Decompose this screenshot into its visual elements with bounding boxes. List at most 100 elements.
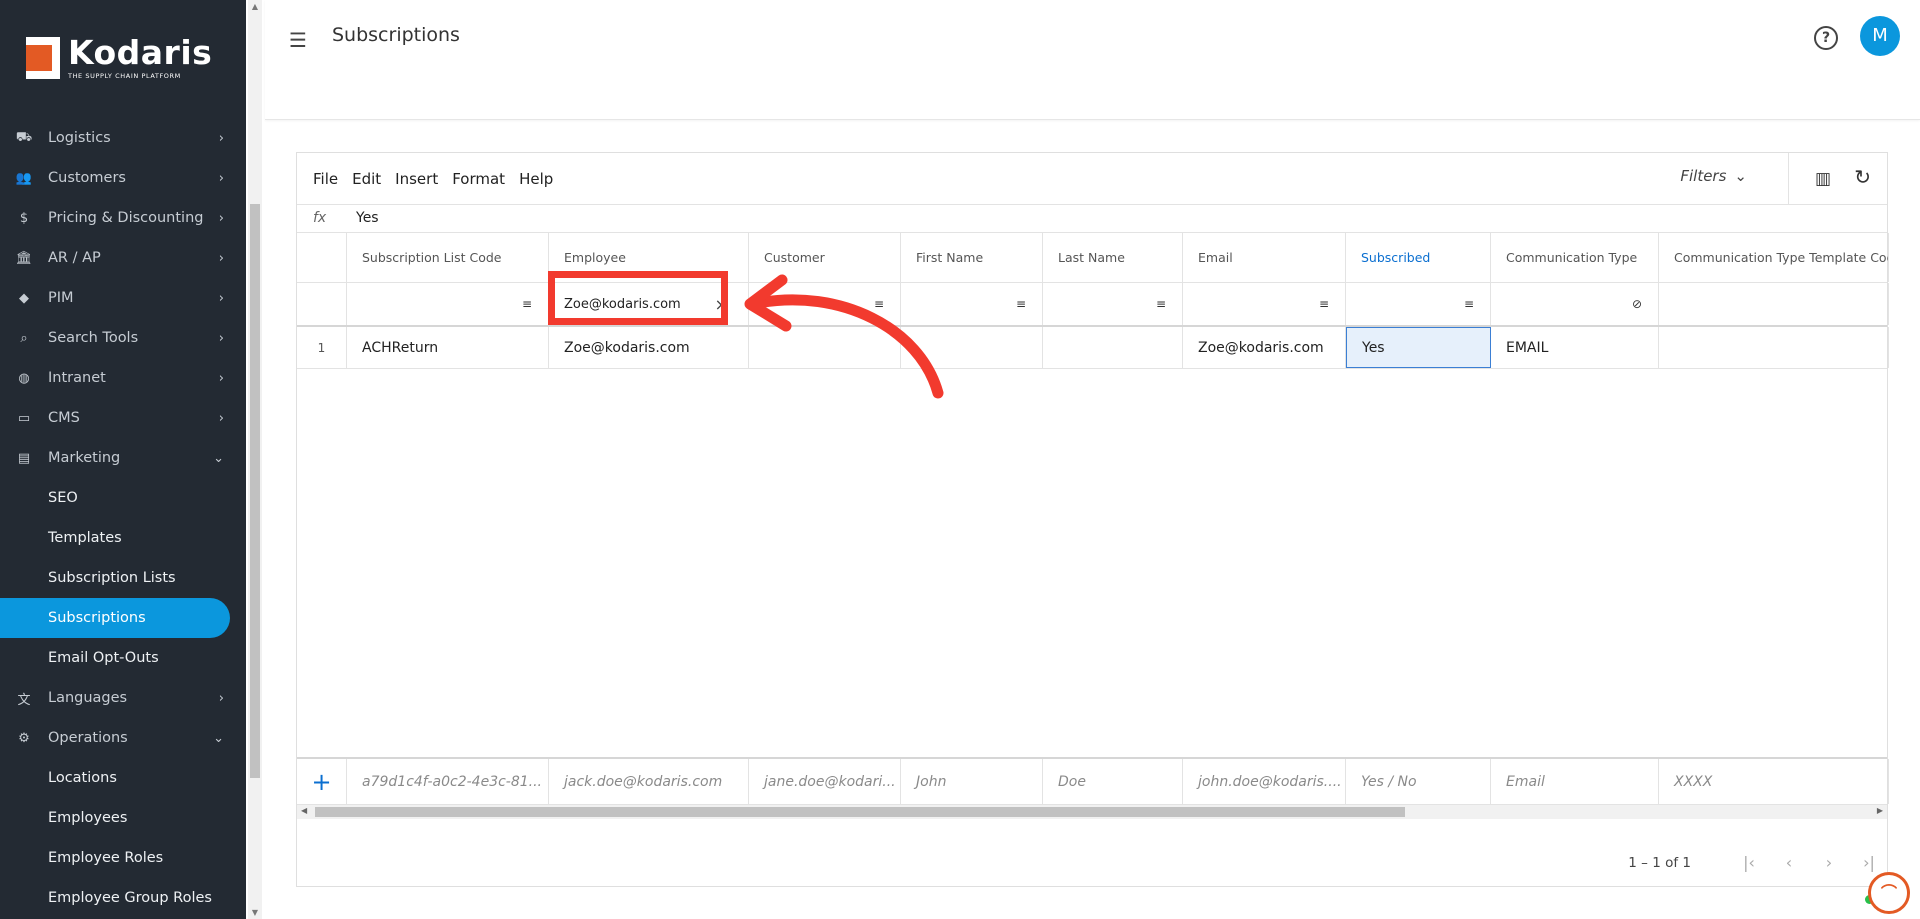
sidebar-item-seo[interactable]: SEO: [0, 478, 246, 518]
filter-subscribed[interactable]: ≡: [1346, 283, 1491, 325]
sidebar-item-cms[interactable]: ▭ CMS ›: [0, 398, 246, 438]
cell-template-code[interactable]: [1659, 327, 1889, 368]
add-row-button[interactable]: +: [297, 759, 347, 804]
help-icon[interactable]: ?: [1814, 26, 1838, 50]
sidebar-item-ar-ap[interactable]: 🏛 AR / AP ›: [0, 238, 246, 278]
cell-employee[interactable]: Zoe@kodaris.com: [549, 327, 749, 368]
tag-icon: ◆: [19, 290, 29, 306]
chevron-right-icon: ›: [218, 690, 224, 706]
new-first-name[interactable]: John: [901, 759, 1043, 804]
avatar[interactable]: M: [1860, 16, 1900, 56]
col-header-last-name[interactable]: Last Name: [1043, 233, 1183, 282]
chat-icon[interactable]: ⌒: [1868, 872, 1910, 914]
sidebar-item-email-opt-outs[interactable]: Email Opt-Outs: [0, 638, 246, 678]
scroll-right-icon[interactable]: ▶: [1877, 806, 1883, 815]
sidebar-item-languages[interactable]: 文 Languages ›: [0, 678, 246, 718]
menu-format[interactable]: Format: [452, 170, 505, 188]
horizontal-scrollbar[interactable]: ◀ ▶: [297, 805, 1887, 819]
sidebar-item-logistics[interactable]: ⛟ Logistics ›: [0, 118, 246, 158]
sidebar-item-subscriptions[interactable]: Subscriptions: [0, 598, 230, 638]
sidebar-item-intranet[interactable]: ◍ Intranet ›: [0, 358, 246, 398]
new-customer[interactable]: jane.doe@kodari...: [749, 759, 901, 804]
filter-template-code[interactable]: [1659, 283, 1889, 325]
new-subscribed[interactable]: Yes / No: [1346, 759, 1491, 804]
row-header-corner: [297, 233, 347, 282]
menu-insert[interactable]: Insert: [395, 170, 438, 188]
menu-edit[interactable]: Edit: [352, 170, 381, 188]
col-header-email[interactable]: Email: [1183, 233, 1346, 282]
new-employee[interactable]: jack.doe@kodaris.com: [549, 759, 749, 804]
sidebar-item-pim[interactable]: ◆ PIM ›: [0, 278, 246, 318]
formula-input[interactable]: Yes: [356, 210, 379, 226]
filter-icon[interactable]: ≡: [1016, 297, 1026, 311]
scroll-left-icon[interactable]: ◀: [301, 806, 307, 815]
new-last-name[interactable]: Doe: [1043, 759, 1183, 804]
sidebar-item-marketing[interactable]: ▤ Marketing ⌄: [0, 438, 246, 478]
filter-subscription-list-code[interactable]: ≡: [347, 283, 549, 325]
data-grid: File Edit Insert Format Help Filters ⌄ ▥ …: [296, 152, 1889, 887]
sidebar-item-operations[interactable]: ⚙ Operations ⌄: [0, 718, 246, 758]
col-header-subscribed[interactable]: Subscribed: [1346, 233, 1491, 282]
sidebar-item-employee-group-roles[interactable]: Employee Group Roles: [0, 878, 246, 918]
col-header-subscription-list-code[interactable]: Subscription List Code: [347, 233, 549, 282]
sidebar-item-employee-roles[interactable]: Employee Roles: [0, 838, 246, 878]
first-page-icon[interactable]: |‹: [1741, 853, 1757, 872]
col-header-template-code[interactable]: Communication Type Template Code: [1659, 233, 1889, 282]
filter-off-icon[interactable]: ⊘: [1632, 297, 1642, 311]
new-template-code[interactable]: XXXX: [1659, 759, 1889, 804]
chevron-right-icon: ›: [218, 210, 224, 226]
new-communication-type[interactable]: Email: [1491, 759, 1659, 804]
new-row[interactable]: + a79d1c4f-a0c2-4e3c-81... jack.doe@koda…: [297, 757, 1889, 805]
row-number: 1: [297, 327, 347, 368]
refresh-icon[interactable]: ↻: [1854, 165, 1871, 189]
filter-icon[interactable]: ≡: [1319, 297, 1329, 311]
filter-row-corner: [297, 283, 347, 325]
columns-icon[interactable]: ▥: [1815, 169, 1831, 189]
new-email[interactable]: john.doe@kodaris....: [1183, 759, 1346, 804]
col-header-communication-type[interactable]: Communication Type: [1491, 233, 1659, 282]
menu-help[interactable]: Help: [519, 170, 553, 188]
next-page-icon[interactable]: ›: [1821, 853, 1837, 872]
fx-label: fx: [313, 210, 327, 226]
sidebar-item-subscription-lists[interactable]: Subscription Lists: [0, 558, 246, 598]
cell-communication-type[interactable]: EMAIL: [1491, 327, 1659, 368]
sidebar-item-customers[interactable]: 👥 Customers ›: [0, 158, 246, 198]
annotation-arrow: [744, 274, 944, 399]
sidebar-item-templates[interactable]: Templates: [0, 518, 246, 558]
menu-file[interactable]: File: [313, 170, 338, 188]
sidebar: Kodaris THE SUPPLY CHAIN PLATFORM ⛟ Logis…: [0, 0, 246, 919]
sidebar-item-search-tools[interactable]: ⌕ Search Tools ›: [0, 318, 246, 358]
filter-icon[interactable]: ≡: [1464, 297, 1474, 311]
sidebar-item-locations[interactable]: Locations: [0, 758, 246, 798]
filter-last-name[interactable]: ≡: [1043, 283, 1183, 325]
filter-icon[interactable]: ≡: [1156, 297, 1166, 311]
prev-page-icon[interactable]: ‹: [1781, 853, 1797, 872]
last-page-icon[interactable]: ›|: [1861, 853, 1877, 872]
people-icon: 👥: [15, 170, 33, 186]
brand-tagline: THE SUPPLY CHAIN PLATFORM: [68, 71, 181, 80]
sidebar-item-pricing[interactable]: $ Pricing & Discounting ›: [0, 198, 246, 238]
sidebar-item-employees[interactable]: Employees: [0, 798, 246, 838]
cell-subscribed[interactable]: Yes: [1346, 327, 1491, 368]
chevron-right-icon: ›: [218, 330, 224, 346]
filter-communication-type[interactable]: ⊘: [1491, 283, 1659, 325]
cell-email[interactable]: Zoe@kodaris.com: [1183, 327, 1346, 368]
hamburger-menu-icon[interactable]: ☰: [289, 28, 311, 52]
cell-last-name[interactable]: [1043, 327, 1183, 368]
new-subscription-list-code[interactable]: a79d1c4f-a0c2-4e3c-81...: [347, 759, 549, 804]
filter-row: ≡ Zoe@kodaris.com × ≡ ≡ ≡ ≡ ≡ ⊘: [297, 283, 1889, 327]
filters-dropdown[interactable]: Filters ⌄: [1680, 167, 1747, 185]
sidebar-scrollbar[interactable]: ▲ ▼: [248, 0, 262, 919]
annotation-highlight-box: [548, 271, 728, 325]
filter-icon[interactable]: ≡: [522, 297, 532, 311]
sidebar-scroll-thumb[interactable]: [250, 204, 260, 778]
pagination: 1 – 1 of 1 |‹ ‹ › ›|: [1628, 853, 1877, 872]
scroll-up-icon[interactable]: ▲: [248, 2, 262, 11]
table-row[interactable]: 1 ACHReturn Zoe@kodaris.com Zoe@kodaris.…: [297, 327, 1889, 369]
cell-subscription-list-code[interactable]: ACHReturn: [347, 327, 549, 368]
filter-email[interactable]: ≡: [1183, 283, 1346, 325]
logo[interactable]: Kodaris THE SUPPLY CHAIN PLATFORM: [0, 0, 246, 115]
scroll-down-icon[interactable]: ▼: [248, 908, 262, 917]
horizontal-scroll-thumb[interactable]: [315, 807, 1405, 817]
chevron-right-icon: ›: [218, 290, 224, 306]
